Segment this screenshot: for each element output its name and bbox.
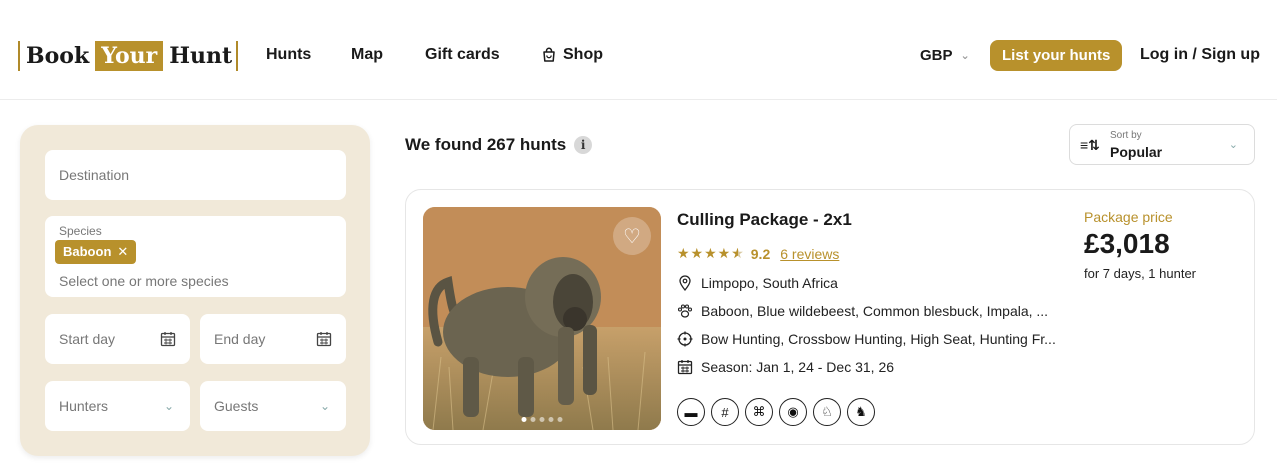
currency-value: GBP — [920, 46, 953, 64]
hunt-methods: Bow Hunting, Crossbow Hunting, High Seat… — [677, 331, 1056, 347]
carousel-dot[interactable] — [548, 417, 554, 422]
hunt-photo[interactable]: ♡ — [423, 207, 661, 430]
guests-placeholder: Guests — [214, 398, 259, 414]
destination-input[interactable]: Destination — [45, 150, 346, 200]
carousel-dot[interactable] — [539, 417, 545, 422]
end-day-placeholder: End day — [214, 331, 266, 347]
login-signup-link[interactable]: Log in / Sign up — [1140, 44, 1260, 66]
currency-selector[interactable]: GBP ⌄ — [920, 44, 970, 66]
sort-select[interactable]: ≡⇅ Sort by Popular ⌄ — [1069, 124, 1255, 165]
hunt-result-card[interactable]: ♡ Culling Package - 2x1 ★★★★★★ 9.2 6 rev… — [405, 189, 1255, 445]
package-price: £3,018 — [1084, 228, 1170, 259]
destination-placeholder: Destination — [59, 167, 130, 183]
hunt-species: Baboon, Blue wildebeest, Common blesbuck… — [677, 303, 1048, 319]
species-tag-label: Baboon — [63, 244, 112, 259]
nav-gift-cards-label: Gift cards — [425, 46, 500, 63]
chevron-down-icon: ⌄ — [960, 49, 970, 62]
site-header: Book Your Hunt Hunts Map Gift cards Shop… — [0, 10, 1277, 100]
price-note: for 7 days, 1 hunter — [1084, 266, 1197, 281]
logo-word-hunt: Hunt — [169, 43, 233, 69]
search-filters-panel: Destination Species Baboon ✕ Select one … — [20, 125, 370, 456]
hunt-title[interactable]: Culling Package - 2x1 — [677, 210, 852, 230]
species-select[interactable]: Species Baboon ✕ Select one or more spec… — [45, 216, 346, 297]
book-your-hunt-logo[interactable]: Book Your Hunt — [18, 40, 239, 72]
carousel-dot[interactable] — [557, 417, 563, 422]
species-text: Baboon, Blue wildebeest, Common blesbuck… — [701, 303, 1049, 319]
shopping-bag-icon — [543, 47, 555, 62]
location-text: Limpopo, South Africa — [701, 275, 838, 291]
rifle-icon: ⌘ — [745, 398, 773, 426]
crosshair-icon — [677, 331, 693, 347]
location-pin-icon — [679, 275, 691, 291]
calendar-icon — [677, 360, 693, 375]
nav-map[interactable]: Map — [351, 44, 383, 66]
list-your-hunts-button[interactable]: List your hunts — [990, 40, 1123, 71]
photo-carousel-dots[interactable] — [521, 417, 563, 422]
hunters-select[interactable]: Hunters ⌄ — [45, 381, 190, 431]
nav-hunts[interactable]: Hunts — [266, 44, 311, 66]
species-tag-baboon[interactable]: Baboon ✕ — [55, 240, 137, 264]
hunters-placeholder: Hunters — [59, 398, 109, 414]
rabbit-icon: ♞ — [847, 398, 875, 426]
hunt-features: ▬ # ⌘ ◉ ♘ ♞ — [677, 398, 875, 426]
antelope-icon: ♘ — [813, 398, 841, 426]
logo-word-book: Book — [26, 43, 90, 69]
rating-stars-icon: ★★★★★★ — [677, 245, 745, 261]
logo-bar-right — [236, 41, 239, 71]
chevron-down-icon: ⌄ — [319, 399, 330, 413]
favorite-heart-icon[interactable]: ♡ — [613, 217, 651, 255]
carousel-dot[interactable] — [521, 417, 527, 422]
fence-icon: # — [711, 398, 739, 426]
calendar-icon — [316, 332, 332, 347]
start-day-input[interactable]: Start day — [45, 314, 190, 364]
chevron-down-icon: ⌄ — [163, 399, 174, 413]
sort-value: Popular — [1110, 144, 1163, 160]
info-icon[interactable]: i — [574, 136, 593, 154]
nav-shop-label: Shop — [563, 46, 603, 63]
season-text: Season: Jan 1, 24 - Dec 31, 26 — [701, 359, 895, 375]
paw-print-icon — [677, 304, 693, 318]
nav-map-label: Map — [351, 46, 383, 63]
nav-gift-cards[interactable]: Gift cards — [425, 44, 500, 66]
remove-tag-icon[interactable]: ✕ — [117, 240, 128, 264]
hunt-rating: ★★★★★★ 9.2 6 reviews — [677, 245, 839, 262]
rating-score: 9.2 — [750, 245, 771, 262]
accommodation-icon: ▬ — [677, 398, 705, 426]
end-day-input[interactable]: End day — [200, 314, 346, 364]
logo-word-your: Your — [95, 41, 164, 71]
results-count: We found 267 hunts i — [405, 135, 593, 155]
species-label: Species — [59, 224, 102, 238]
guests-select[interactable]: Guests ⌄ — [200, 381, 346, 431]
price-label: Package price — [1084, 209, 1173, 225]
chevron-down-icon: ⌄ — [1228, 139, 1238, 151]
carousel-dot[interactable] — [530, 417, 536, 422]
sort-icon: ≡⇅ — [1080, 137, 1100, 153]
results-count-text: We found 267 hunts — [405, 135, 567, 154]
sort-label: Sort by — [1110, 130, 1142, 141]
species-placeholder: Select one or more species — [59, 273, 229, 289]
hunt-location: Limpopo, South Africa — [677, 275, 838, 291]
car-icon: ◉ — [779, 398, 807, 426]
nav-hunts-label: Hunts — [266, 46, 312, 63]
reviews-link[interactable]: 6 reviews — [780, 246, 839, 262]
calendar-icon — [160, 332, 176, 347]
hunt-season: Season: Jan 1, 24 - Dec 31, 26 — [677, 359, 894, 375]
start-day-placeholder: Start day — [59, 331, 116, 347]
methods-text: Bow Hunting, Crossbow Hunting, High Seat… — [701, 331, 1056, 347]
nav-shop[interactable]: Shop — [541, 44, 603, 66]
